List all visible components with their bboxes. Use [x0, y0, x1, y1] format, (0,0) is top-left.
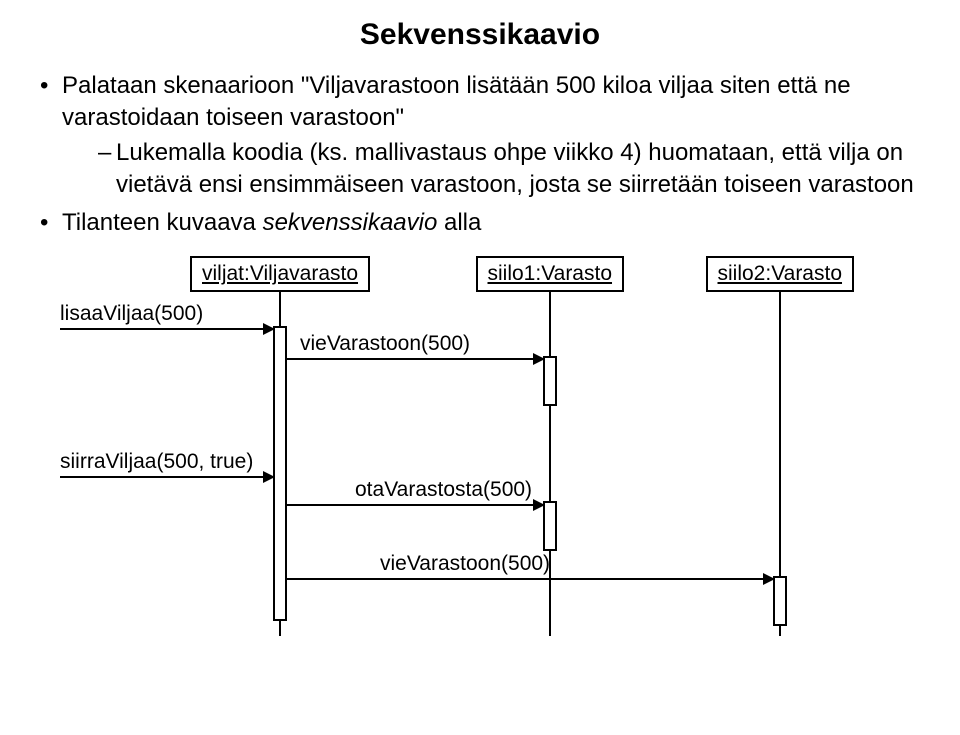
- label-otaVarastosta: otaVarastosta(500): [355, 478, 532, 502]
- activation-siilo1-a: [543, 356, 557, 406]
- arrow-siirraViljaa: [60, 476, 273, 478]
- arrow-otaVarastosta: [287, 504, 543, 506]
- lifeline-2: [549, 290, 551, 636]
- object-viljat: viljat:Viljavarasto: [190, 256, 370, 292]
- object-viljat-label: viljat:Viljavarasto: [202, 262, 358, 285]
- label-siirraViljaa: siirraViljaa(500, true): [60, 450, 253, 474]
- bullet-2: Tilanteen kuvaava sekvenssikaavio alla: [40, 207, 924, 239]
- bullet-1-text: Palataan skenaarioon "Viljavarastoon lis…: [62, 72, 851, 131]
- label-vieVarastoon1: vieVarastoon(500): [300, 332, 470, 356]
- activation-siilo2: [773, 576, 787, 626]
- page-title: Sekvenssikaavio: [36, 18, 924, 52]
- activation-siilo1-b: [543, 501, 557, 551]
- arrow-lisaaViljaa: [60, 328, 273, 330]
- bullet-2-prefix: Tilanteen kuvaava: [62, 209, 263, 236]
- activation-viljat: [273, 326, 287, 621]
- sub-bullet-1: Lukemalla koodia (ks. mallivastaus ohpe …: [98, 137, 924, 200]
- object-siilo1: siilo1:Varasto: [476, 256, 625, 292]
- sequence-diagram: viljat:Viljavarasto siilo1:Varasto siilo…: [50, 256, 910, 656]
- bullet-list: Palataan skenaarioon "Viljavarastoon lis…: [36, 70, 924, 238]
- object-siilo2-label: siilo2:Varasto: [718, 262, 843, 285]
- label-lisaaViljaa: lisaaViljaa(500): [60, 302, 203, 326]
- label-vieVarastoon2: vieVarastoon(500): [380, 552, 550, 576]
- object-siilo1-label: siilo1:Varasto: [488, 262, 613, 285]
- bullet-2-suffix: alla: [437, 209, 481, 236]
- arrow-vieVarastoon1: [287, 358, 543, 360]
- object-siilo2: siilo2:Varasto: [706, 256, 855, 292]
- arrow-vieVarastoon2: [287, 578, 773, 580]
- bullet-1: Palataan skenaarioon "Viljavarastoon lis…: [40, 70, 924, 201]
- sub-list: Lukemalla koodia (ks. mallivastaus ohpe …: [62, 137, 924, 200]
- bullet-2-italic: sekvenssikaavio: [263, 209, 438, 236]
